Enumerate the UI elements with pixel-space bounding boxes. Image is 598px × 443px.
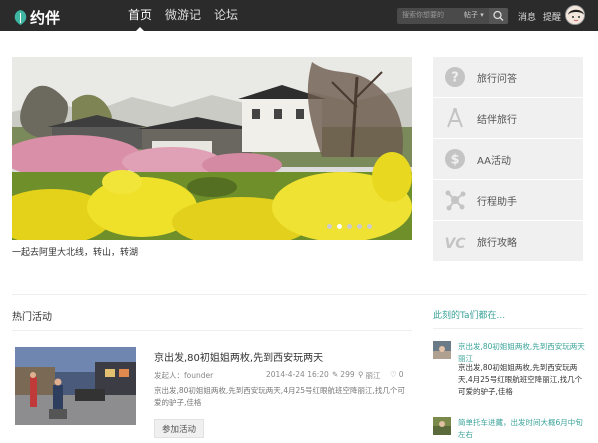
section-divider <box>12 294 587 295</box>
svg-text:$: $ <box>450 153 459 168</box>
side-menu: ? 旅行问答 结伴旅行 $ AA活动 行程助手 VC 旅行攻略 <box>433 57 583 261</box>
carousel-dot-active[interactable] <box>337 224 342 229</box>
side-menu-item-guide[interactable]: VC 旅行攻略 <box>433 221 583 262</box>
compass-icon <box>447 108 463 128</box>
feed-item-title[interactable]: 京出发,80初姐姐两枚,先到西安玩两天,4月25号红眼航班空降丽江,找几个可爱的… <box>458 362 588 398</box>
carousel-dot[interactable] <box>357 224 362 229</box>
carousel-dot[interactable] <box>347 224 352 229</box>
remind-link[interactable]: 提醒 <box>543 10 561 23</box>
feed-avatar[interactable] <box>433 341 451 359</box>
vc-icon: VC <box>444 236 466 252</box>
logo-text: 约伴 <box>30 9 61 27</box>
heart-icon: ♡ <box>390 370 397 379</box>
activity-title[interactable]: 京出发,80初姐姐两枚,先到西安玩两天 <box>154 349 323 364</box>
nav-travel-notes[interactable]: 微游记 <box>165 0 201 31</box>
carousel-dot[interactable] <box>327 224 332 229</box>
side-menu-label: AA活动 <box>477 155 511 167</box>
top-nav-bar: 约伴 首页 微游记 论坛 搜索你想要的 帖子 ▾ 消息 提醒 <box>0 0 598 31</box>
side-menu-item-aa[interactable]: $ AA活动 <box>433 139 583 180</box>
activity-photo <box>15 347 136 425</box>
feed-avatar[interactable] <box>433 417 451 435</box>
carousel-dot[interactable] <box>367 224 372 229</box>
join-activity-button[interactable]: 参加活动 <box>154 419 204 438</box>
feed-underline <box>433 328 583 329</box>
author-prefix: 发起人： <box>154 371 184 380</box>
search-input[interactable]: 搜索你想要的 <box>402 10 444 20</box>
carousel-dots <box>327 224 372 229</box>
activity-thumbnail[interactable] <box>15 347 136 425</box>
svg-text:?: ? <box>451 71 459 86</box>
section-underline <box>12 330 412 331</box>
activity-date: 2014-4-24 16:20 <box>266 370 329 379</box>
hero-caption[interactable]: 一起去阿里大北线，转山，转湖 <box>12 245 138 258</box>
hero-carousel[interactable] <box>12 57 412 240</box>
side-menu-item-companion[interactable]: 结伴旅行 <box>433 98 583 139</box>
tag-icon: ✎ <box>332 370 339 379</box>
author-name[interactable]: founder <box>184 371 213 380</box>
activity-author: 发起人：founder <box>154 370 266 381</box>
search-box: 搜索你想要的 帖子 ▾ <box>397 8 508 24</box>
dollar-icon: $ <box>445 149 465 169</box>
avatar[interactable] <box>565 5 585 25</box>
search-button[interactable] <box>489 8 508 24</box>
feed-item-title[interactable]: 简单托车进藏，出发时间大概6月中旬左右 <box>458 417 588 441</box>
question-icon: ? <box>445 67 465 87</box>
side-menu-label: 行程助手 <box>477 196 517 208</box>
nav-forum[interactable]: 论坛 <box>214 0 238 31</box>
activity-likes: ✎ 299 <box>332 370 355 379</box>
side-menu-label: 结伴旅行 <box>477 114 517 126</box>
hero-image <box>12 57 412 240</box>
search-type-select[interactable]: 帖子 ▾ <box>464 10 484 20</box>
nav-home[interactable]: 首页 <box>128 0 152 31</box>
user-avatar-image <box>566 6 584 24</box>
svg-text:VC: VC <box>444 236 466 252</box>
side-menu-label: 旅行攻略 <box>477 238 517 249</box>
logo[interactable]: 约伴 <box>14 7 60 28</box>
messages-link[interactable]: 消息 <box>518 10 536 23</box>
activity-location: ⚲ 丽江 <box>358 370 381 380</box>
hot-activities-title: 热门活动 <box>12 312 52 323</box>
activity-comments: ♡ 0 <box>390 370 404 379</box>
feed-title[interactable]: 此刻的Ta们都在... <box>433 308 505 321</box>
search-icon <box>493 10 504 21</box>
side-menu-item-qa[interactable]: ? 旅行问答 <box>433 57 583 98</box>
activity-description: 京出发,80初姐姐两枚,先到西安玩两天,4月25号红眼航班空降丽江,找几个可爱的… <box>154 386 405 407</box>
side-menu-label: 旅行问答 <box>477 73 517 85</box>
logo-leaf-icon <box>14 10 27 25</box>
activity-meta: 发起人：founder 2014-4-24 16:20 ✎ 299 ⚲ 丽江 ♡ 0 <box>154 370 414 381</box>
avatar-image <box>433 341 451 359</box>
location-pin-icon: ⚲ <box>358 370 364 379</box>
side-menu-item-itinerary[interactable]: 行程助手 <box>433 180 583 221</box>
main-nav: 首页 微游记 论坛 <box>128 0 238 31</box>
avatar-image <box>433 417 451 435</box>
network-icon <box>445 190 466 211</box>
